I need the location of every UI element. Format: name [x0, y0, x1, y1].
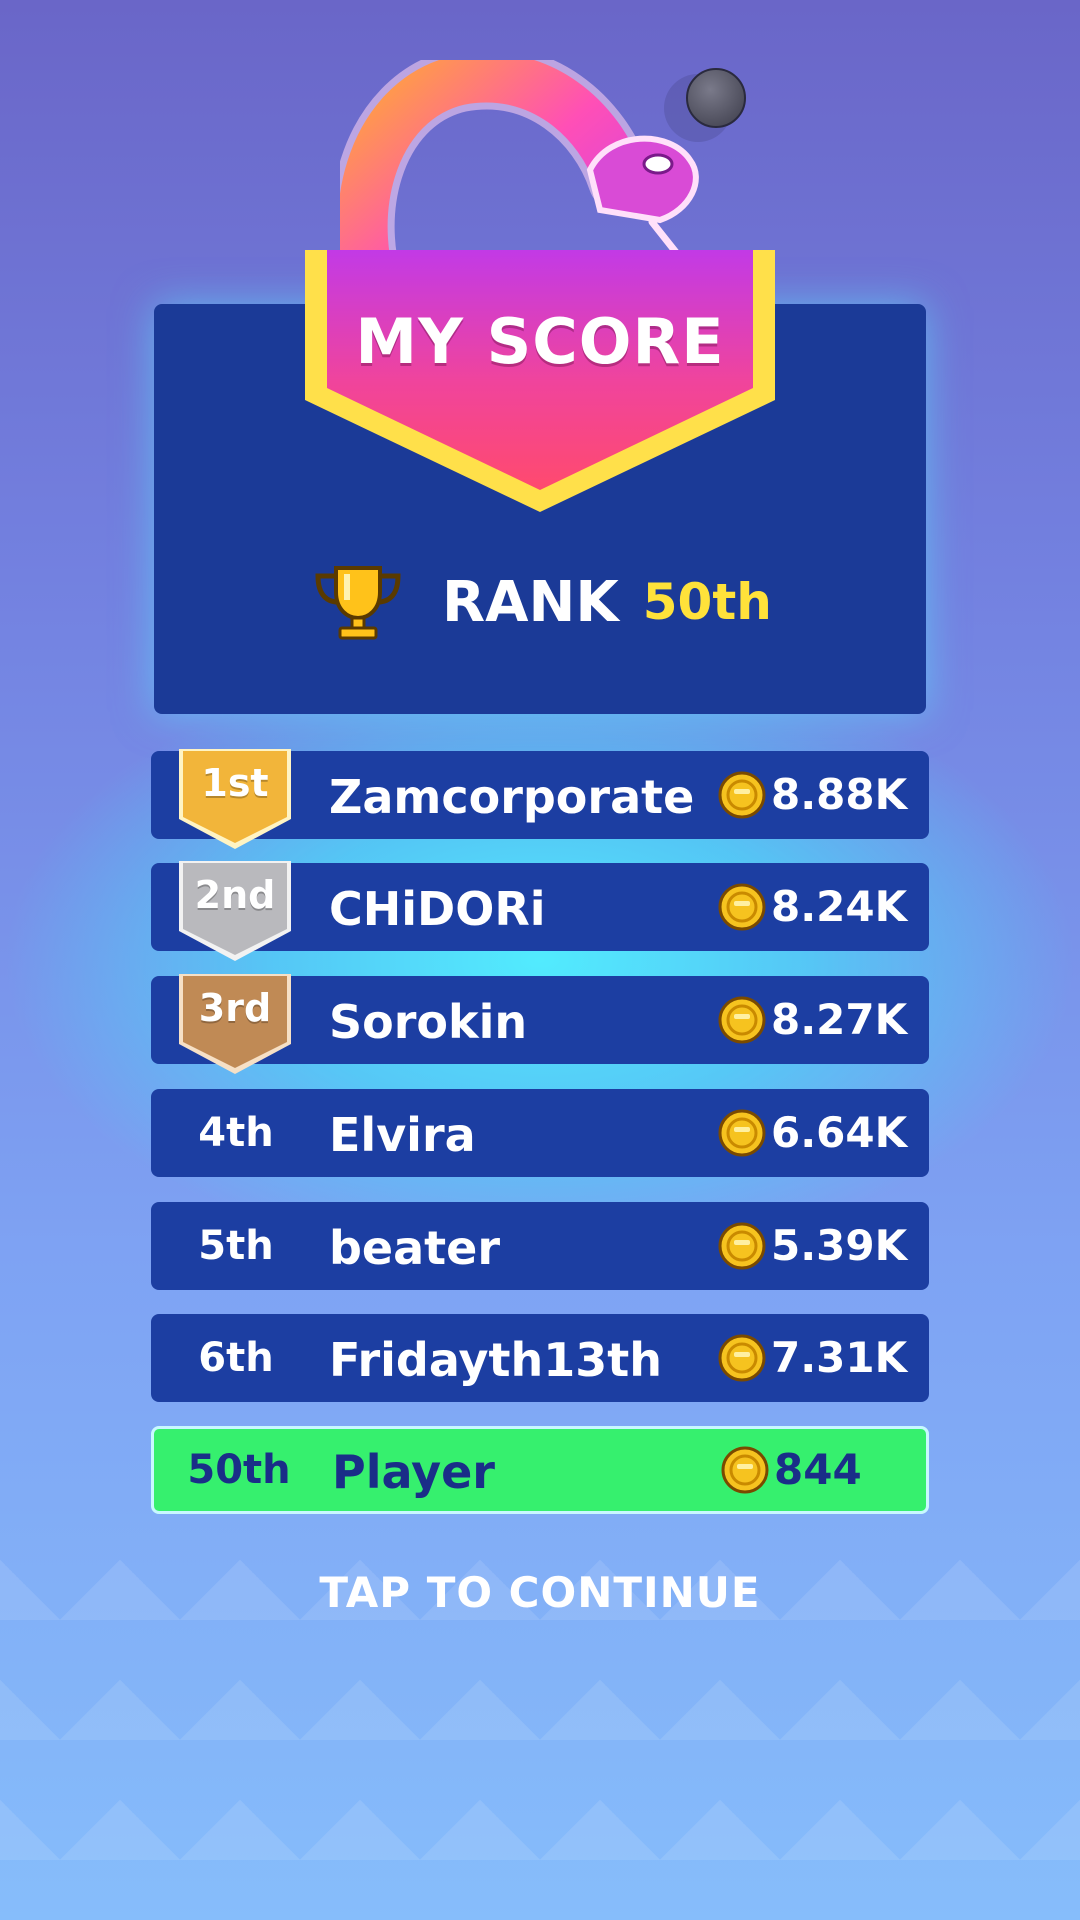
- score-banner: [305, 250, 775, 512]
- player-row: 50th Player 844: [151, 1426, 929, 1514]
- rank-position: 6th: [198, 1335, 274, 1381]
- player-name: Fridayth13th: [329, 1333, 662, 1387]
- coin-icon: [718, 1109, 766, 1157]
- player-score: 5.39K: [771, 1221, 908, 1270]
- rank-position: 4th: [198, 1110, 274, 1156]
- leaderboard-row-6: 6th Fridayth13th 7.31K: [151, 1314, 929, 1402]
- rank-position: 2nd: [194, 873, 276, 917]
- rank-summary: RANK 50th: [310, 562, 772, 642]
- coin-icon: [718, 883, 766, 931]
- leaderboard-row-5: 5th beater 5.39K: [151, 1202, 929, 1290]
- page-title: MY SCORE: [355, 305, 725, 378]
- coin-icon: [721, 1446, 769, 1494]
- player-score: 8.24K: [771, 882, 908, 931]
- coin-icon: [718, 1334, 766, 1382]
- player-score: 6.64K: [771, 1108, 908, 1157]
- leaderboard-row-2: 2nd CHiDORi 8.24K: [151, 861, 929, 961]
- leaderboard-row-3: 3rd Sorokin 8.27K: [151, 974, 929, 1074]
- rank-position: 50th: [187, 1447, 291, 1493]
- rank-label: RANK: [442, 569, 619, 635]
- player-name: Sorokin: [329, 995, 528, 1049]
- trophy-icon: [315, 566, 401, 640]
- player-score: 844: [774, 1445, 862, 1494]
- rank-position: 1st: [201, 761, 269, 805]
- player-name: Player: [332, 1445, 495, 1499]
- leaderboard-row-1: 1st Zamcorporate 8.88K: [151, 749, 929, 849]
- player-name: beater: [329, 1221, 501, 1275]
- background-pattern: [0, 1500, 1080, 1920]
- coin-icon: [718, 1222, 766, 1270]
- player-score: 8.27K: [771, 995, 908, 1044]
- player-name: Elvira: [329, 1108, 476, 1162]
- player-name: Zamcorporate: [329, 770, 695, 824]
- leaderboard-row-4: 4th Elvira 6.64K: [151, 1089, 929, 1177]
- player-score: 7.31K: [771, 1333, 908, 1382]
- coin-icon: [718, 996, 766, 1044]
- rank-position: 3rd: [198, 986, 272, 1030]
- player-score: 8.88K: [771, 770, 908, 819]
- tap-to-continue-button[interactable]: TAP TO CONTINUE: [0, 1568, 1080, 1617]
- coin-icon: [718, 771, 766, 819]
- rank-position: 5th: [198, 1223, 274, 1269]
- rank-value: 50th: [642, 573, 772, 631]
- background-glow: [0, 650, 1080, 1270]
- player-name: CHiDORi: [329, 882, 546, 936]
